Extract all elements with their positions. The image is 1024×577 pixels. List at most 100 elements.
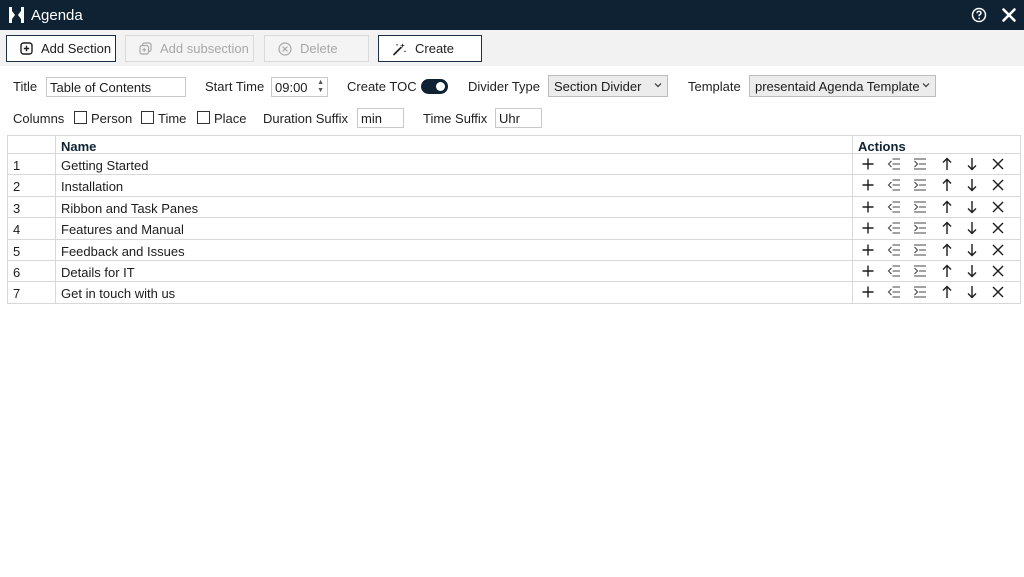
arrow-down-icon[interactable] [965, 157, 979, 171]
create-button[interactable]: Create [378, 35, 482, 62]
plus-icon[interactable] [861, 285, 875, 299]
row-name[interactable]: Features and Manual [55, 218, 852, 239]
create-label: Create [415, 41, 455, 56]
row-name[interactable]: Feedback and Issues [55, 239, 852, 260]
arrow-up-icon[interactable] [940, 221, 954, 235]
close-icon[interactable] [991, 178, 1005, 192]
start-time-value: 09:00 [275, 80, 308, 95]
arrow-down-icon[interactable] [965, 200, 979, 214]
person-label: Person [91, 111, 133, 126]
plus-icon[interactable] [861, 178, 875, 192]
create-toc-label: Create TOC [347, 79, 417, 94]
row-actions [852, 218, 1021, 239]
delete-button[interactable]: Delete [264, 35, 369, 62]
indent-icon[interactable] [913, 200, 927, 214]
template-label: Template [688, 79, 741, 94]
indent-icon[interactable] [913, 178, 927, 192]
row-actions [852, 154, 1021, 175]
add-section-icon [20, 42, 33, 55]
arrow-up-icon[interactable] [940, 264, 954, 278]
close-icon[interactable] [991, 200, 1005, 214]
time-suffix-input[interactable]: Uhr [495, 108, 542, 128]
start-time-input[interactable]: 09:00 ▲ ▼ [271, 77, 328, 97]
close-icon[interactable] [991, 243, 1005, 257]
title-input[interactable]: Table of Contents [46, 77, 186, 97]
indent-icon[interactable] [913, 221, 927, 235]
outdent-icon[interactable] [887, 221, 901, 235]
plus-icon[interactable] [861, 200, 875, 214]
outdent-icon[interactable] [887, 178, 901, 192]
add-subsection-button[interactable]: Add subsection [125, 35, 254, 62]
time-checkbox[interactable] [141, 111, 154, 124]
toolbar: Add Section Add subsection Delete Create [0, 30, 1024, 66]
arrow-up-icon[interactable] [940, 243, 954, 257]
row-name[interactable]: Get in touch with us [55, 282, 852, 303]
close-icon[interactable] [1001, 7, 1017, 23]
row-actions [852, 239, 1021, 260]
title-bar: Agenda [0, 0, 1024, 30]
table-row[interactable]: 2 Installation [7, 175, 1021, 197]
time-label: Time [158, 111, 187, 126]
table-row[interactable]: 4 Features and Manual [7, 218, 1021, 240]
time-suffix-label: Time Suffix [423, 111, 488, 126]
arrow-down-icon[interactable] [965, 243, 979, 257]
outdent-icon[interactable] [887, 285, 901, 299]
indent-icon[interactable] [913, 264, 927, 278]
duration-suffix-input[interactable]: min [357, 108, 404, 128]
help-circle-icon[interactable] [971, 7, 987, 23]
person-checkbox[interactable] [74, 111, 87, 124]
add-section-label: Add Section [41, 41, 112, 56]
place-checkbox[interactable] [197, 111, 210, 124]
place-label: Place [214, 111, 247, 126]
close-icon[interactable] [991, 221, 1005, 235]
close-icon[interactable] [991, 157, 1005, 171]
arrow-down-icon[interactable] [965, 285, 979, 299]
table-row[interactable]: 3 Ribbon and Task Panes [7, 196, 1021, 219]
indent-icon[interactable] [913, 157, 927, 171]
outdent-icon[interactable] [887, 243, 901, 257]
table-row[interactable]: 6 Details for IT [7, 261, 1021, 283]
add-subsection-label: Add subsection [160, 41, 249, 56]
row-name[interactable]: Details for IT [55, 261, 852, 282]
row-number: 2 [7, 175, 55, 196]
arrow-down-icon[interactable] [965, 264, 979, 278]
divider-type-select[interactable]: Section Divider [548, 75, 668, 97]
template-select[interactable]: presentaid Agenda Template [749, 75, 936, 97]
add-subsection-icon [139, 42, 152, 55]
arrow-up-icon[interactable] [940, 157, 954, 171]
row-number: 3 [7, 196, 55, 218]
row-actions [852, 175, 1021, 196]
create-toc-toggle[interactable] [421, 79, 448, 94]
indent-icon[interactable] [913, 285, 927, 299]
plus-icon[interactable] [861, 264, 875, 278]
close-icon[interactable] [991, 264, 1005, 278]
outdent-icon[interactable] [887, 157, 901, 171]
outdent-icon[interactable] [887, 200, 901, 214]
arrow-down-icon[interactable] [965, 221, 979, 235]
table-row[interactable]: 7 Get in touch with us [7, 282, 1021, 304]
table-row[interactable]: 1 Getting Started [7, 154, 1021, 176]
close-icon[interactable] [991, 285, 1005, 299]
plus-icon[interactable] [861, 221, 875, 235]
indent-icon[interactable] [913, 243, 927, 257]
add-section-button[interactable]: Add Section [6, 35, 116, 62]
row-name[interactable]: Installation [55, 175, 852, 196]
arrow-down-icon[interactable] [965, 178, 979, 192]
arrow-up-icon[interactable] [940, 285, 954, 299]
table-row[interactable]: 5 Feedback and Issues [7, 239, 1021, 261]
grid-header: Name Actions [7, 135, 1021, 154]
plus-icon[interactable] [861, 157, 875, 171]
outdent-icon[interactable] [887, 264, 901, 278]
time-spinner-icon[interactable]: ▲ ▼ [317, 79, 324, 95]
plus-icon[interactable] [861, 243, 875, 257]
row-action-icons [855, 197, 1021, 217]
row-number: 1 [7, 154, 55, 175]
arrow-up-icon[interactable] [940, 200, 954, 214]
row-name[interactable]: Ribbon and Task Panes [55, 196, 852, 218]
row-name[interactable]: Getting Started [55, 154, 852, 175]
title-label: Title [13, 79, 38, 94]
row-actions [852, 196, 1021, 218]
arrow-up-icon[interactable] [940, 178, 954, 192]
row-number: 7 [7, 282, 55, 303]
wand-icon [393, 42, 407, 55]
